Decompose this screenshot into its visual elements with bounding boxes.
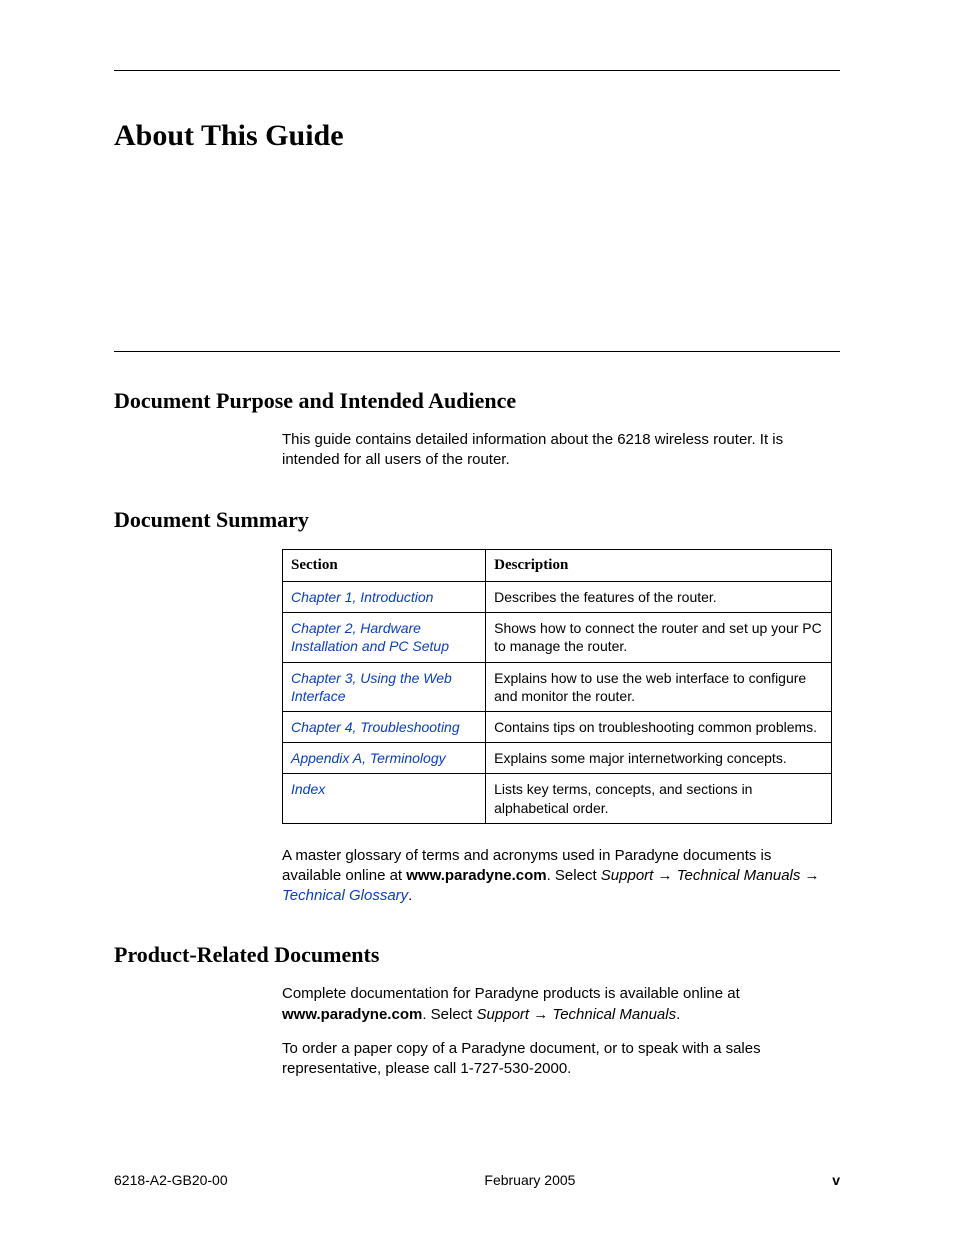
table-head-row: Section Description [283,549,832,582]
table-row: Chapter 2, Hardware Installation and PC … [283,613,832,662]
summary-table: Section Description Chapter 1, Introduct… [282,549,832,824]
related-p2: To order a paper copy of a Paradyne docu… [282,1039,832,1080]
arrow-icon: → [529,1006,552,1023]
top-rule [114,70,840,71]
footer-doc-id: 6218-A2-GB20-00 [114,1172,228,1188]
toc-desc: Describes the features of the router. [486,582,832,613]
heading-summary: Document Summary [114,507,840,533]
toc-link[interactable]: Appendix A, Terminology [291,750,446,766]
nav-support: Support [477,1006,530,1023]
toc-desc: Lists key terms, concepts, and sections … [486,774,832,823]
table-row: Chapter 4, Troubleshooting Contains tips… [283,711,832,742]
toc-link[interactable]: Chapter 1, Introduction [291,589,433,605]
table-row: Chapter 1, Introduction Describes the fe… [283,582,832,613]
glossary-paragraph: A master glossary of terms and acronyms … [282,846,832,907]
page-title: About This Guide [114,119,840,153]
toc-desc: Explains some major internetworking conc… [486,743,832,774]
nav-manuals: Technical Manuals [677,867,801,884]
table-row: Chapter 3, Using the Web Interface Expla… [283,662,832,711]
toc-link[interactable]: Chapter 3, Using the Web Interface [291,670,452,704]
table-row: Appendix A, Terminology Explains some ma… [283,743,832,774]
second-rule [114,351,840,352]
toc-desc: Explains how to use the web interface to… [486,662,832,711]
purpose-body: This guide contains detailed information… [282,430,832,471]
heading-purpose: Document Purpose and Intended Audience [114,388,840,414]
site-url: www.paradyne.com [282,1006,422,1023]
arrow-icon: → [653,867,676,884]
heading-related: Product-Related Documents [114,942,840,968]
page-footer: 6218-A2-GB20-00 February 2005 v [114,1172,840,1188]
th-description: Description [486,549,832,582]
footer-date: February 2005 [484,1172,575,1188]
toc-link[interactable]: Chapter 2, Hardware Installation and PC … [291,620,449,654]
toc-desc: Shows how to connect the router and set … [486,613,832,662]
technical-glossary-link[interactable]: Technical Glossary [282,887,408,904]
nav-support: Support [601,867,654,884]
th-section: Section [283,549,486,582]
toc-desc: Contains tips on troubleshooting common … [486,711,832,742]
related-p1: Complete documentation for Paradyne prod… [282,984,832,1025]
toc-link[interactable]: Chapter 4, Troubleshooting [291,719,460,735]
table-row: Index Lists key terms, concepts, and sec… [283,774,832,823]
arrow-icon: → [800,867,819,884]
toc-link[interactable]: Index [291,781,325,797]
site-url: www.paradyne.com [406,867,546,884]
footer-page-number: v [832,1172,840,1188]
nav-manuals: Technical Manuals [552,1006,676,1023]
